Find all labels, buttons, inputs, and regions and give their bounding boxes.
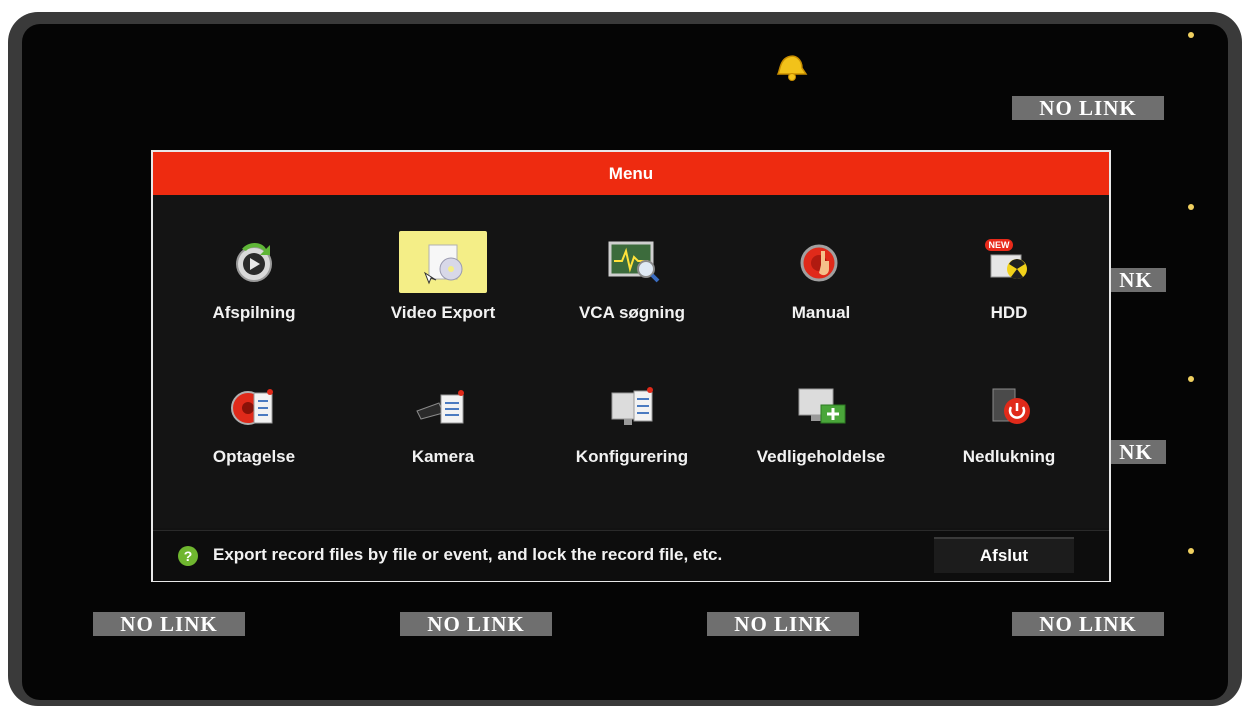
status-dot bbox=[1188, 548, 1194, 554]
camera-settings-icon bbox=[416, 390, 464, 424]
alarm-bell-icon[interactable] bbox=[770, 50, 810, 82]
status-dot bbox=[1188, 204, 1194, 210]
record-schedule-icon bbox=[231, 389, 273, 425]
menu-footer: ? Export record files by file or event, … bbox=[153, 530, 1109, 581]
help-icon: ? bbox=[178, 546, 198, 566]
no-link-label: NO LINK bbox=[400, 612, 552, 636]
menu-item-label: Konfigurering bbox=[575, 447, 689, 466]
menu-item-video-export[interactable]: Video Export bbox=[353, 225, 533, 343]
menu-item-label: Manual bbox=[791, 303, 851, 322]
menu-item-manual[interactable]: Manual bbox=[731, 225, 911, 343]
no-link-label-clipped: NK bbox=[1106, 440, 1166, 464]
vca-search-icon bbox=[608, 241, 660, 283]
menu-item-label: Nedlukning bbox=[962, 447, 1056, 466]
no-link-label: NO LINK bbox=[93, 612, 245, 636]
manual-record-icon bbox=[800, 244, 838, 282]
menu-title: Menu bbox=[153, 152, 1109, 195]
video-export-icon bbox=[399, 231, 487, 293]
exit-button[interactable]: Afslut bbox=[934, 537, 1074, 573]
menu-item-label: HDD bbox=[990, 303, 1028, 322]
menu-item-vca-search[interactable]: VCA søgning bbox=[542, 225, 722, 343]
main-menu-dialog: Menu Afspilning Video Export VCA søgning… bbox=[151, 150, 1111, 582]
menu-item-label: Kamera bbox=[411, 447, 475, 466]
menu-item-record[interactable]: Optagelse bbox=[164, 369, 344, 487]
no-link-label: NO LINK bbox=[707, 612, 859, 636]
menu-item-label: Vedligeholdelse bbox=[756, 447, 886, 466]
playback-icon bbox=[236, 243, 272, 282]
menu-item-label: Video Export bbox=[390, 303, 496, 322]
status-dot bbox=[1188, 32, 1194, 38]
dvr-screen: NO LINK NK NK NO LINK NO LINK NO LINK NO… bbox=[22, 24, 1228, 700]
menu-item-hdd[interactable]: NEW HDD bbox=[919, 225, 1099, 343]
shutdown-icon bbox=[992, 388, 1030, 424]
menu-item-label: Optagelse bbox=[212, 447, 296, 466]
menu-item-maintenance[interactable]: Vedligeholdelse bbox=[731, 369, 911, 487]
status-dot bbox=[1188, 376, 1194, 382]
menu-item-camera[interactable]: Kamera bbox=[353, 369, 533, 487]
menu-item-configuration[interactable]: Konfigurering bbox=[542, 369, 722, 487]
menu-item-shutdown[interactable]: Nedlukning bbox=[919, 369, 1099, 487]
configuration-icon bbox=[611, 387, 653, 425]
menu-item-label: VCA søgning bbox=[578, 303, 686, 322]
no-link-label: NO LINK bbox=[1012, 612, 1164, 636]
help-text: Export record files by file or event, an… bbox=[213, 545, 723, 564]
no-link-label: NO LINK bbox=[1012, 96, 1164, 120]
new-badge: NEW bbox=[989, 240, 1011, 250]
menu-item-label: Afspilning bbox=[212, 303, 296, 322]
maintenance-icon bbox=[798, 388, 846, 424]
menu-item-playback[interactable]: Afspilning bbox=[164, 225, 344, 343]
hdd-icon: NEW bbox=[985, 239, 1027, 279]
menu-grid: Afspilning Video Export VCA søgning Manu… bbox=[153, 195, 1109, 528]
no-link-label-clipped: NK bbox=[1106, 268, 1166, 292]
